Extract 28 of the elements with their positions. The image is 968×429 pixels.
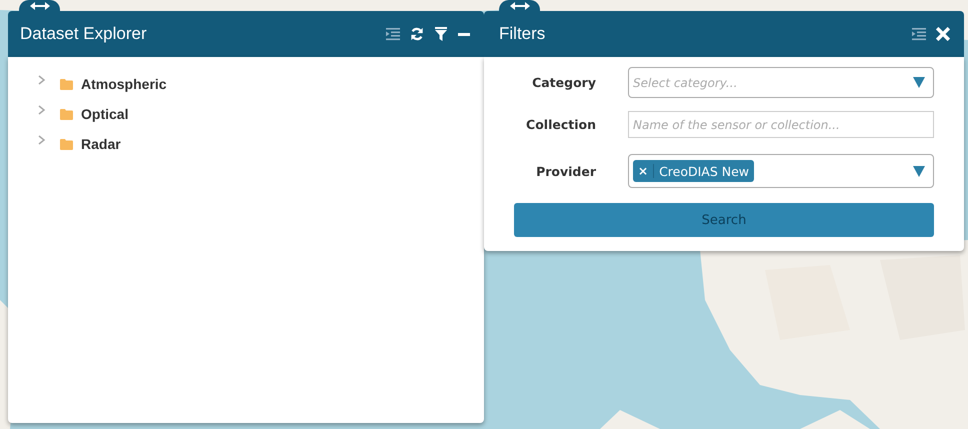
close-icon[interactable]: [936, 27, 950, 41]
remove-tag-button[interactable]: ×: [633, 164, 654, 178]
tree-item[interactable]: Optical: [37, 99, 484, 129]
panel-title: Filters: [499, 24, 546, 44]
drag-handle[interactable]: [19, 0, 60, 11]
folder-icon: [60, 78, 73, 90]
dropdown-icon[interactable]: [913, 166, 925, 176]
tag-select[interactable]: × CreoDIAS New: [628, 154, 934, 188]
field-label: Category: [531, 75, 596, 90]
tag-label: CreoDIAS New: [658, 164, 750, 178]
dropdown-icon[interactable]: [913, 77, 925, 88]
field-label: Provider: [535, 164, 596, 178]
field-label: Collection: [525, 117, 596, 132]
tree-item[interactable]: Atmospheric: [37, 69, 484, 99]
filter-icon[interactable]: [434, 27, 448, 41]
text-field[interactable]: Name of the sensor or collection...: [628, 111, 934, 138]
resize-icon[interactable]: [30, 2, 50, 10]
minimize-icon[interactable]: [458, 32, 470, 36]
resize-icon[interactable]: [510, 2, 530, 10]
tree-item[interactable]: Radar: [37, 129, 484, 159]
folder-icon: [60, 108, 73, 120]
refresh-icon[interactable]: [410, 27, 424, 41]
collapse-list-icon[interactable]: [912, 27, 926, 41]
select-field[interactable]: Select category...: [628, 67, 934, 98]
folder-icon: [60, 138, 73, 150]
panel-title: Dataset Explorer: [20, 24, 148, 44]
collapse-list-icon[interactable]: [386, 27, 400, 41]
drag-handle[interactable]: [499, 0, 540, 11]
